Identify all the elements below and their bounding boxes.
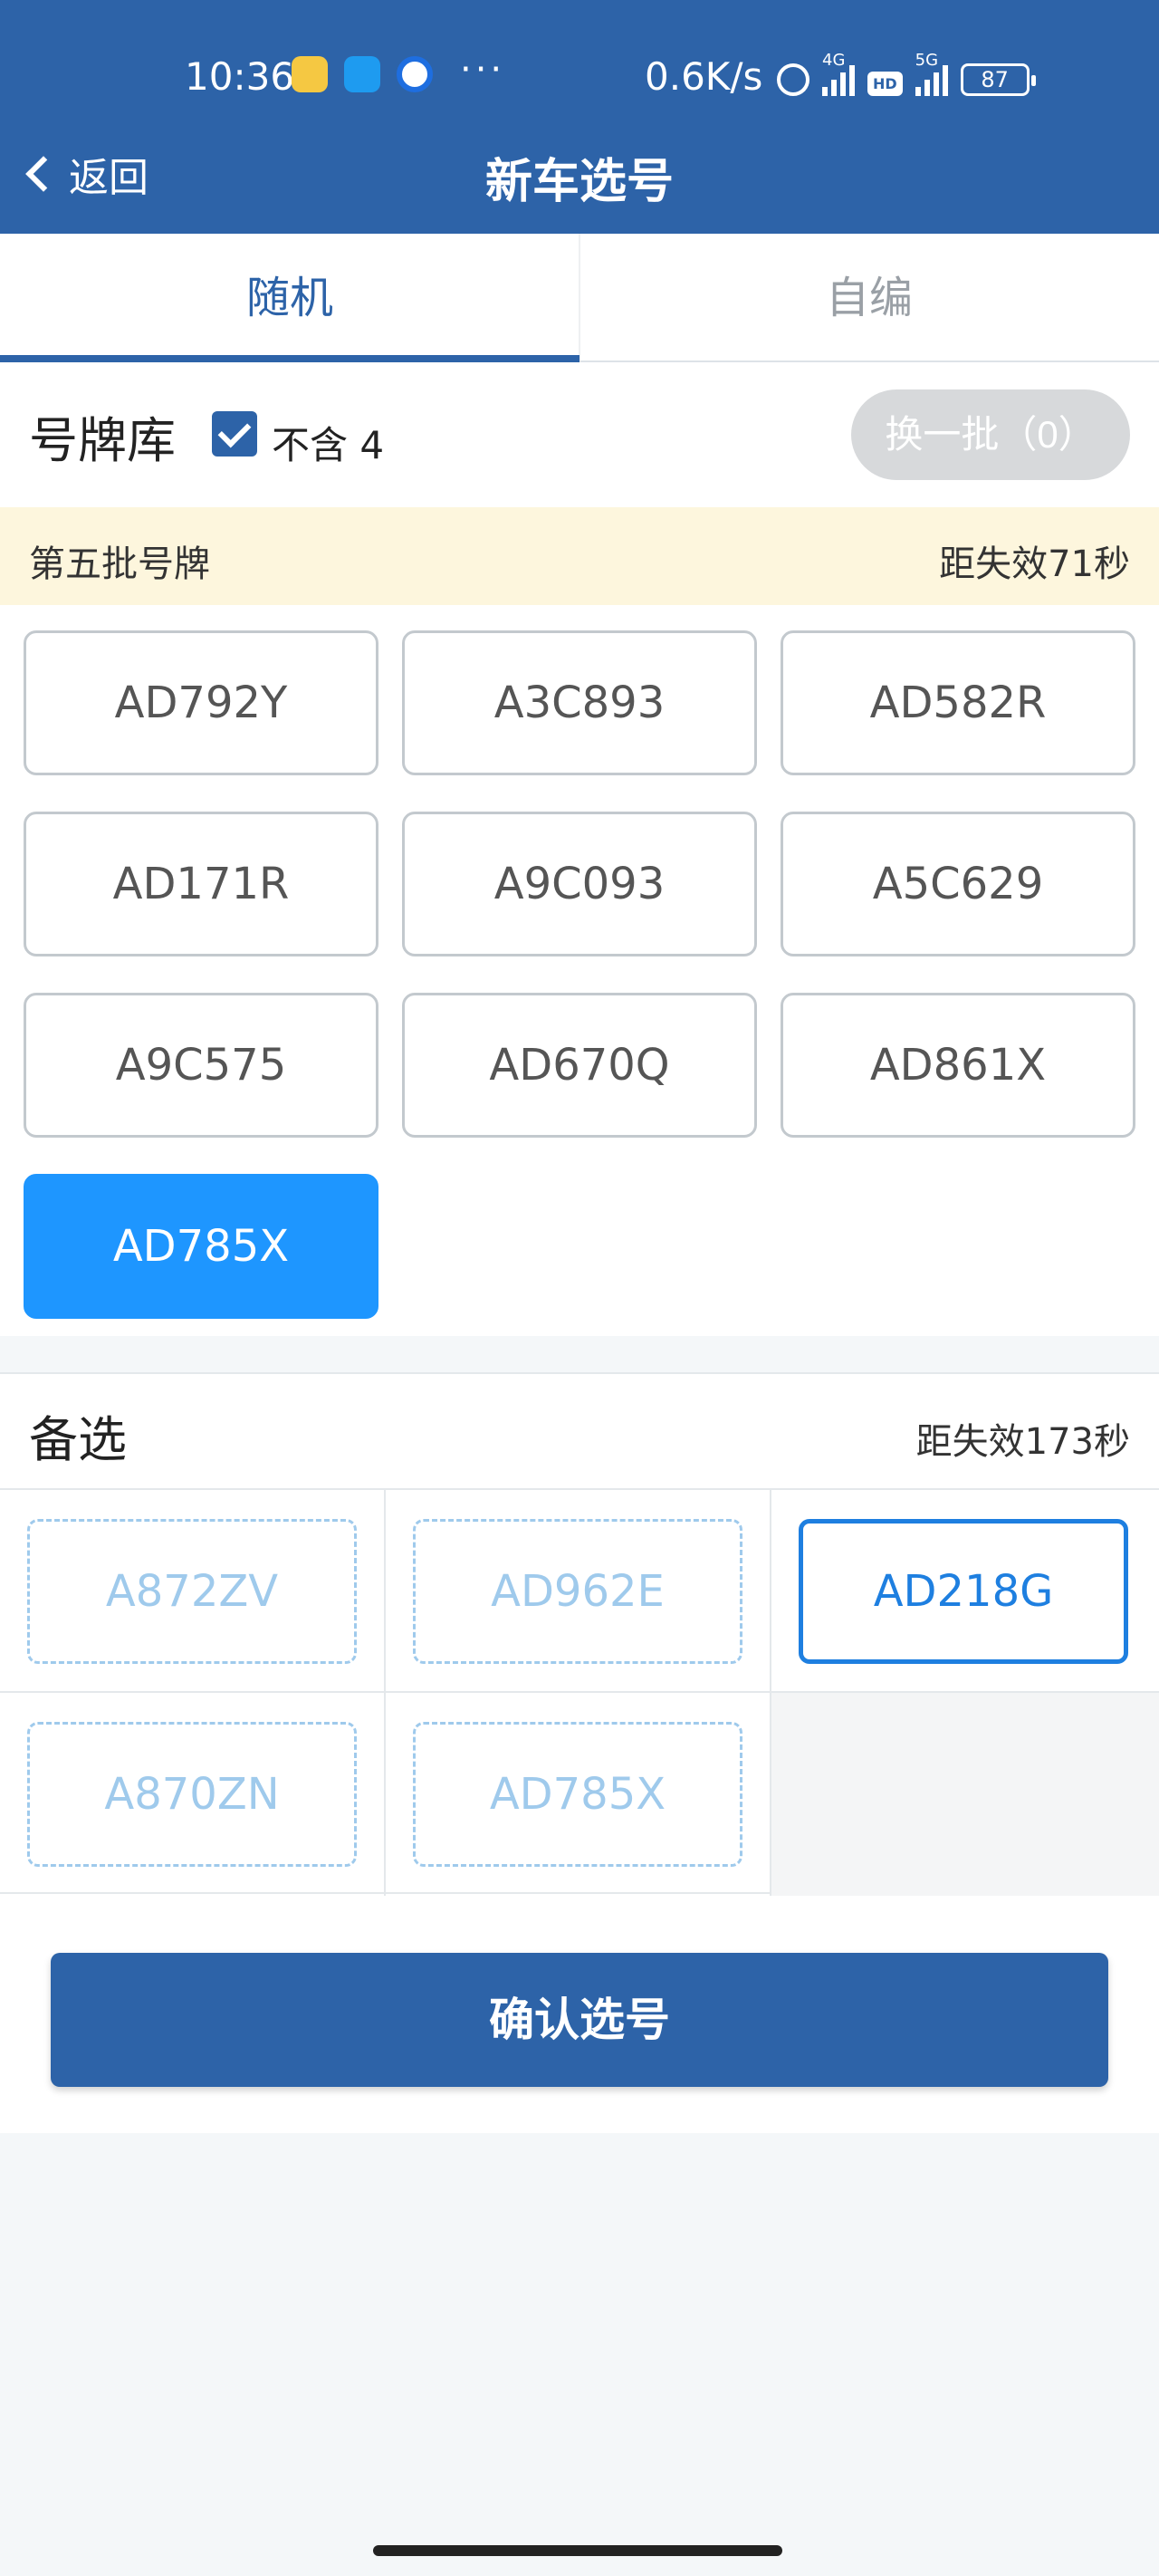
- exclude-four-label[interactable]: 不含 4: [272, 415, 384, 470]
- alternatives-expire-countdown: 距失效173秒: [915, 1421, 1130, 1463]
- plate-option[interactable]: AD582R: [781, 630, 1135, 775]
- alternative-plate[interactable]: A872ZV: [27, 1519, 357, 1664]
- tab-custom[interactable]: 自编: [580, 234, 1159, 362]
- plate-option[interactable]: A9C093: [402, 812, 757, 956]
- alternative-cell: A872ZV: [0, 1490, 386, 1693]
- network-speed: 0.6K/s: [645, 54, 763, 99]
- page-title: 新车选号: [484, 155, 674, 209]
- exclude-four-checkbox[interactable]: [212, 411, 257, 457]
- plate-library-title: 号牌库: [29, 412, 176, 469]
- alarm-icon: [777, 63, 809, 96]
- more-notifications-icon: ···: [460, 49, 506, 91]
- browser-notification-icon: [397, 56, 433, 92]
- alternative-cell: AD785X: [386, 1693, 771, 1896]
- alternatives-grid: A872ZV AD962E AD218G A870ZN AD785X: [0, 1488, 1159, 1896]
- plate-option-selected[interactable]: AD785X: [24, 1174, 378, 1319]
- refresh-batch-button[interactable]: 换一批（0）: [851, 389, 1130, 480]
- plate-library-header: 号牌库 不含 4 换一批（0）: [0, 362, 1159, 507]
- empty-alternative-cell: [771, 1693, 1159, 1896]
- plate-option[interactable]: A9C575: [24, 993, 378, 1138]
- system-icons: 4G HD 5G 87: [777, 51, 1036, 96]
- alternative-cell: A870ZN: [0, 1693, 386, 1896]
- batch-expire-countdown: 距失效71秒: [939, 543, 1130, 585]
- signal-5g-icon: 5G: [915, 51, 948, 96]
- notification-icons: [292, 56, 433, 92]
- plate-option[interactable]: A3C893: [402, 630, 757, 775]
- alternatives-section: 备选 距失效173秒 A872ZV AD962E AD218G A870ZN A…: [0, 1374, 1159, 2133]
- alternative-cell: AD962E: [386, 1490, 771, 1693]
- battery-icon: 87: [960, 63, 1036, 96]
- tab-random[interactable]: 随机: [0, 234, 580, 362]
- top-bar: 10:36 ··· 0.6K/s 4G HD 5G 87 返回 新车选号: [0, 0, 1159, 234]
- plate-option[interactable]: AD670Q: [402, 993, 757, 1138]
- alternative-plate-chosen[interactable]: AD218G: [799, 1519, 1128, 1664]
- alternatives-title: 备选: [29, 1411, 127, 1468]
- status-time: 10:36: [185, 54, 295, 99]
- plate-option[interactable]: AD171R: [24, 812, 378, 956]
- alternative-cell: AD218G: [771, 1490, 1159, 1693]
- plate-option[interactable]: A5C629: [781, 812, 1135, 956]
- active-tab-indicator: [0, 355, 580, 362]
- alternative-plate[interactable]: AD962E: [413, 1519, 742, 1664]
- plate-option[interactable]: AD861X: [781, 993, 1135, 1138]
- plate-library-section: 号牌库 不含 4 换一批（0） 第五批号牌 距失效71秒 AD792Y A3C8…: [0, 362, 1159, 1336]
- hd-voice-icon: HD: [867, 72, 903, 96]
- signal-4g-icon: 4G: [822, 51, 855, 96]
- chat-notification-icon: [344, 56, 380, 92]
- batch-info-bar: 第五批号牌 距失效71秒: [0, 507, 1159, 605]
- app-notification-icon: [292, 56, 328, 92]
- section-separator: [0, 1336, 1159, 1374]
- home-indicator[interactable]: [373, 2545, 782, 2556]
- tab-bar: 随机 自编: [0, 234, 1159, 362]
- plate-option[interactable]: AD792Y: [24, 630, 378, 775]
- status-bar: 10:36 ··· 0.6K/s 4G HD 5G 87: [0, 47, 1159, 107]
- confirm-selection-button[interactable]: 确认选号: [51, 1953, 1108, 2087]
- batch-name: 第五批号牌: [29, 543, 210, 585]
- alternative-plate[interactable]: AD785X: [413, 1722, 742, 1867]
- alternative-plate[interactable]: A870ZN: [27, 1722, 357, 1867]
